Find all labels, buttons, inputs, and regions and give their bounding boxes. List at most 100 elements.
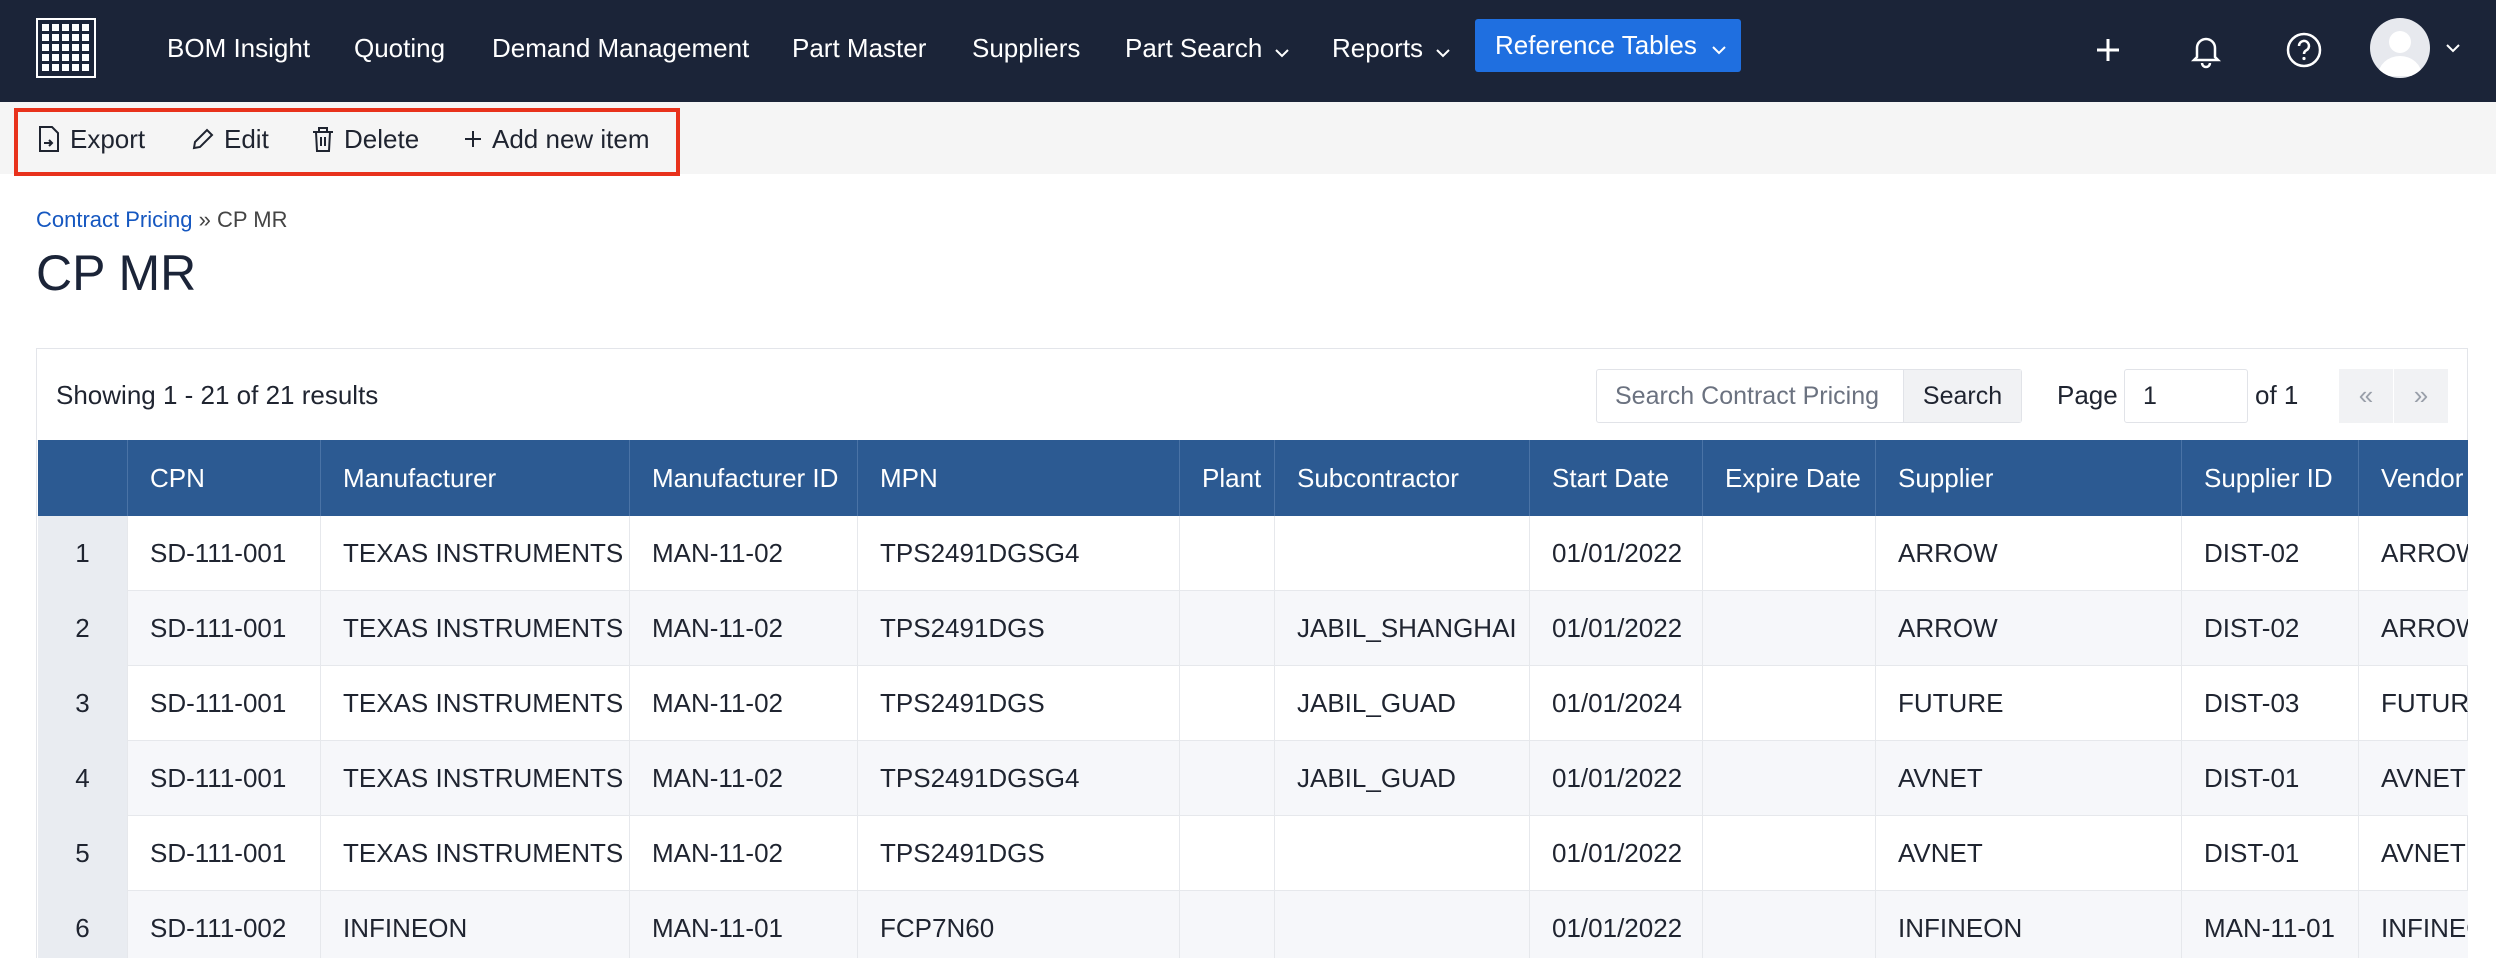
cell-subcontractor: JABIL_GUAD [1275,741,1530,816]
nav-label: Quoting [354,33,446,63]
column-header-manufacturer[interactable]: Manufacturer [321,440,630,516]
cell-expire-date [1703,666,1876,741]
table-row[interactable]: 2 SD-111-001 TEXAS INSTRUMENTS MAN-11-02 TPS… [38,591,2468,666]
nav-label: Reports [1332,33,1424,63]
cell-supplier: FUTURE [1876,666,2182,741]
nav-part-master[interactable]: Part Master [792,28,926,68]
cell-vendor: AVNET [2359,741,2468,816]
nav-reports[interactable]: Reports [1332,28,1451,68]
app-grid-logo-icon[interactable] [36,18,96,78]
cell-vendor: ARROW [2359,591,2468,666]
prev-page-button[interactable]: « [2339,369,2393,423]
cell-manufacturer: TEXAS INSTRUMENTS [321,591,630,666]
cell-expire-date [1703,516,1876,591]
cell-supplier-id: DIST-02 [2182,591,2359,666]
chevron-down-icon[interactable] [2443,38,2463,58]
cell-start-date: 01/01/2022 [1530,741,1703,816]
cell-manufacturer-id: MAN-11-02 [630,591,858,666]
column-header-supplier-id[interactable]: Supplier ID [2182,440,2359,516]
cell-expire-date [1703,741,1876,816]
cell-plant [1180,891,1275,958]
column-header-row-number[interactable] [38,440,128,516]
chevron-down-icon [1711,21,1727,74]
cell-supplier-id: DIST-01 [2182,741,2359,816]
delete-label: Delete [344,124,420,154]
table-row[interactable]: 1 SD-111-001 TEXAS INSTRUMENTS MAN-11-02 TPS… [38,516,2468,591]
column-header-subcontractor[interactable]: Subcontractor [1275,440,1530,516]
cell-plant [1180,666,1275,741]
cell-row-number: 2 [38,591,128,666]
table-row[interactable]: 3 SD-111-001 TEXAS INSTRUMENTS MAN-11-02 TPS… [38,666,2468,741]
help-icon[interactable] [2278,24,2330,76]
table-row[interactable]: 4 SD-111-001 TEXAS INSTRUMENTS MAN-11-02 TPS… [38,741,2468,816]
cell-supplier-id: MAN-11-01 [2182,891,2359,958]
nav-quoting[interactable]: Quoting [354,28,445,68]
column-header-start-date[interactable]: Start Date [1530,440,1703,516]
add-new-item-button[interactable]: Add new item [462,120,650,158]
page-total: of 1 [2255,380,2299,410]
breadcrumb-link-contract-pricing[interactable]: Contract Pricing [36,207,193,232]
cell-manufacturer: INFINEON [321,891,630,958]
cell-cpn: SD-111-001 [128,741,321,816]
cell-supplier-id: DIST-01 [2182,816,2359,891]
cell-supplier: ARROW [1876,591,2182,666]
cell-vendor: AVNET [2359,816,2468,891]
next-page-button[interactable]: » [2394,369,2448,423]
bell-icon[interactable] [2180,24,2232,76]
page-number-input[interactable] [2124,369,2248,423]
delete-button[interactable]: Delete [310,120,419,158]
cell-cpn: SD-111-001 [128,816,321,891]
cell-start-date: 01/01/2022 [1530,516,1703,591]
export-icon [39,126,59,153]
cell-mpn: TPS2491DGS [858,816,1180,891]
cell-mpn: TPS2491DGSG4 [858,741,1180,816]
table-header: CPN Manufacturer Manufacturer ID MPN Plant Su… [38,440,2468,516]
column-header-plant[interactable]: Plant [1180,440,1275,516]
cell-manufacturer: TEXAS INSTRUMENTS [321,816,630,891]
cell-expire-date [1703,591,1876,666]
nav-suppliers[interactable]: Suppliers [972,28,1080,68]
search-button[interactable]: Search [1903,370,2021,422]
column-header-mpn[interactable]: MPN [858,440,1180,516]
search-input[interactable] [1597,370,1903,422]
nav-label: BOM Insight [167,33,311,63]
nav-label: Part Master [792,33,927,63]
cell-mpn: TPS2491DGSG4 [858,516,1180,591]
cell-vendor: FUTURE [2359,666,2468,741]
chevron-down-icon [1435,30,1451,70]
cell-manufacturer-id: MAN-11-02 [630,666,858,741]
cell-supplier: ARROW [1876,516,2182,591]
column-header-vendor[interactable]: Vendor [2359,440,2468,516]
edit-button[interactable]: Edit [190,120,269,158]
cell-plant [1180,591,1275,666]
table-row[interactable]: 5 SD-111-001 TEXAS INSTRUMENTS MAN-11-02 TPS… [38,816,2468,891]
table-row[interactable]: 6 SD-111-002 INFINEON MAN-11-01 FCP7N60 01/01… [38,891,2468,958]
nav-reference-tables[interactable]: Reference Tables [1475,19,1741,72]
column-header-expire-date[interactable]: Expire Date [1703,440,1876,516]
avatar[interactable] [2370,18,2430,78]
cell-mpn: FCP7N60 [858,891,1180,958]
nav-label: Suppliers [972,33,1081,63]
cell-mpn: TPS2491DGS [858,666,1180,741]
cell-supplier-id: DIST-03 [2182,666,2359,741]
cell-start-date: 01/01/2022 [1530,891,1703,958]
plus-icon[interactable] [2082,24,2134,76]
cell-plant [1180,516,1275,591]
nav-demand-management[interactable]: Demand Management [492,28,749,68]
cell-expire-date [1703,891,1876,958]
export-button[interactable]: Export [36,120,145,158]
cell-supplier: AVNET [1876,816,2182,891]
cell-plant [1180,741,1275,816]
column-header-supplier[interactable]: Supplier [1876,440,2182,516]
cell-row-number: 3 [38,666,128,741]
column-header-cpn[interactable]: CPN [128,440,321,516]
cell-plant [1180,816,1275,891]
nav-part-search[interactable]: Part Search [1125,28,1290,68]
nav-bom-insight[interactable]: BOM Insight [167,28,310,68]
breadcrumb-separator: » [198,207,211,232]
cell-manufacturer: TEXAS INSTRUMENTS [321,516,630,591]
column-header-manufacturer-id[interactable]: Manufacturer ID [630,440,858,516]
chevron-down-icon [1274,30,1290,70]
cell-start-date: 01/01/2022 [1530,591,1703,666]
cell-row-number: 4 [38,741,128,816]
